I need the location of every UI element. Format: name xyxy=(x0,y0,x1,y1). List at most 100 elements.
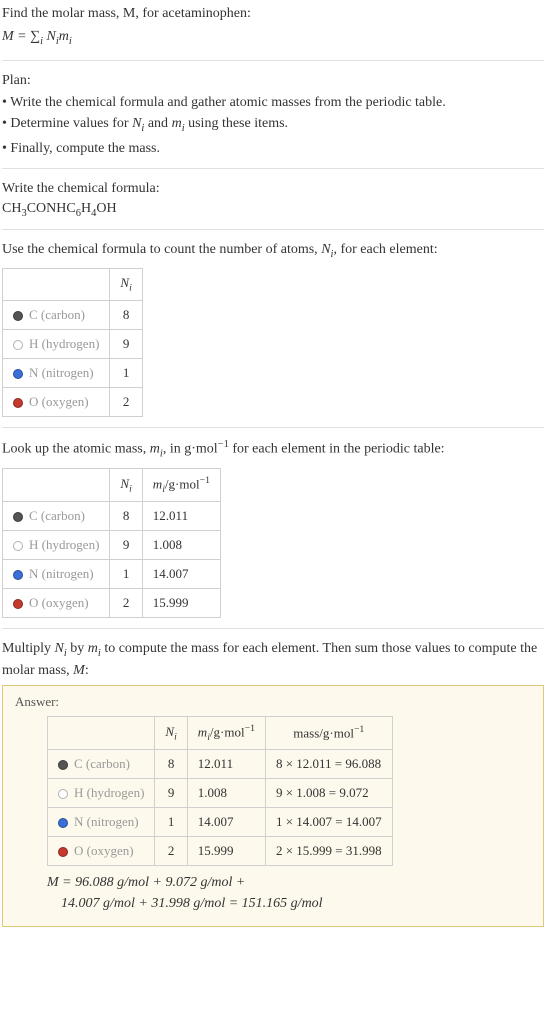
col-ni: Ni xyxy=(155,717,187,750)
table-row: O (oxygen) 2 15.999 xyxy=(3,588,221,617)
table-row: C (carbon) 8 xyxy=(3,300,143,329)
divider xyxy=(2,229,544,230)
table-header-row: Ni mi/g·mol−1 mass/g·mol−1 xyxy=(48,717,393,750)
multiply-section: Multiply Ni by mi to compute the mass fo… xyxy=(2,639,544,681)
answer-table: Ni mi/g·mol−1 mass/g·mol−1 C (carbon) 8 … xyxy=(47,716,393,866)
mi-cell: 14.007 xyxy=(187,807,265,836)
carbon-dot-icon xyxy=(58,760,68,770)
masses-heading: Look up the atomic mass, mi, in g·mol−1 … xyxy=(2,438,544,462)
nitrogen-dot-icon xyxy=(13,369,23,379)
col-ni: Ni xyxy=(110,469,142,502)
mi-cell: 12.011 xyxy=(187,749,265,778)
table-row: O (oxygen) 2 15.999 2 × 15.999 = 31.998 xyxy=(48,836,393,865)
table-row: C (carbon) 8 12.011 8 × 12.011 = 96.088 xyxy=(48,749,393,778)
oxygen-dot-icon xyxy=(13,599,23,609)
table-header-row: Ni xyxy=(3,269,143,301)
elem-cell: C (carbon) xyxy=(3,300,110,329)
col-mass: mass/g·mol−1 xyxy=(265,717,392,750)
nitrogen-dot-icon xyxy=(13,570,23,580)
nitrogen-dot-icon xyxy=(58,818,68,828)
mass-cell: 9 × 1.008 = 9.072 xyxy=(265,778,392,807)
masses-section: Look up the atomic mass, mi, in g·mol−1 … xyxy=(2,438,544,618)
final-line2: 14.007 g/mol + 31.998 g/mol = 151.165 g/… xyxy=(47,893,531,914)
elem-label: O (oxygen) xyxy=(29,595,89,610)
elem-label: O (oxygen) xyxy=(29,394,89,409)
mi-cell: 1.008 xyxy=(187,778,265,807)
plan: Plan: • Write the chemical formula and g… xyxy=(2,71,544,158)
divider xyxy=(2,60,544,61)
table-row: N (nitrogen) 1 14.007 xyxy=(3,559,221,588)
final-calc: M = 96.088 g/mol + 9.072 g/mol + 14.007 … xyxy=(47,872,531,914)
divider xyxy=(2,628,544,629)
ni-cell: 9 xyxy=(155,778,187,807)
plan-item: • Write the chemical formula and gather … xyxy=(2,93,544,113)
mi-cell: 14.007 xyxy=(142,559,220,588)
elem-cell: N (nitrogen) xyxy=(3,559,110,588)
masses-table: Ni mi/g·mol−1 C (carbon) 8 12.011 H (hyd… xyxy=(2,468,221,618)
carbon-dot-icon xyxy=(13,512,23,522)
ni-cell: 2 xyxy=(110,588,142,617)
mi-cell: 1.008 xyxy=(142,530,220,559)
oxygen-dot-icon xyxy=(58,847,68,857)
table-row: N (nitrogen) 1 xyxy=(3,358,143,387)
elem-cell: O (oxygen) xyxy=(3,387,110,416)
carbon-dot-icon xyxy=(13,311,23,321)
col-element xyxy=(48,717,155,750)
elem-label: C (carbon) xyxy=(29,508,85,523)
elem-label: H (hydrogen) xyxy=(29,537,99,552)
elem-cell: H (hydrogen) xyxy=(3,530,110,559)
intro-line1: Find the molar mass, M, for acetaminophe… xyxy=(2,4,544,24)
table-row: O (oxygen) 2 xyxy=(3,387,143,416)
elem-cell: C (carbon) xyxy=(48,749,155,778)
col-mi: mi/g·mol−1 xyxy=(142,469,220,502)
hydrogen-dot-icon xyxy=(58,789,68,799)
intro-formula: M = ∑i Nimi xyxy=(2,26,544,51)
count-section: Use the chemical formula to count the nu… xyxy=(2,240,544,417)
ni-cell: 9 xyxy=(110,329,142,358)
table-row: H (hydrogen) 9 1.008 xyxy=(3,530,221,559)
elem-label: N (nitrogen) xyxy=(29,365,94,380)
elem-label: H (hydrogen) xyxy=(29,336,99,351)
mi-cell: 12.011 xyxy=(142,501,220,530)
col-element xyxy=(3,469,110,502)
elem-cell: O (oxygen) xyxy=(3,588,110,617)
elem-label: O (oxygen) xyxy=(74,843,134,858)
ni-cell: 1 xyxy=(110,559,142,588)
ni-cell: 2 xyxy=(110,387,142,416)
table-row: H (hydrogen) 9 1.008 9 × 1.008 = 9.072 xyxy=(48,778,393,807)
count-heading: Use the chemical formula to count the nu… xyxy=(2,240,544,262)
elem-label: C (carbon) xyxy=(29,307,85,322)
elem-cell: N (nitrogen) xyxy=(3,358,110,387)
mi-cell: 15.999 xyxy=(142,588,220,617)
elem-cell: O (oxygen) xyxy=(48,836,155,865)
col-element xyxy=(3,269,110,301)
plan-item: • Finally, compute the mass. xyxy=(2,139,544,159)
elem-label: N (nitrogen) xyxy=(74,814,139,829)
elem-label: N (nitrogen) xyxy=(29,566,94,581)
ni-cell: 8 xyxy=(155,749,187,778)
count-table: Ni C (carbon) 8 H (hydrogen) 9 N (nitrog… xyxy=(2,268,143,417)
ni-cell: 1 xyxy=(110,358,142,387)
ni-cell: 8 xyxy=(110,501,142,530)
chemical-formula-section: Write the chemical formula: CH3CONHC6H4O… xyxy=(2,179,544,218)
col-ni: Ni xyxy=(110,269,142,301)
elem-cell: N (nitrogen) xyxy=(48,807,155,836)
divider xyxy=(2,168,544,169)
answer-label: Answer: xyxy=(15,694,531,710)
answer-box: Answer: Ni mi/g·mol−1 mass/g·mol−1 C (ca… xyxy=(2,685,544,927)
multiply-heading: Multiply Ni by mi to compute the mass fo… xyxy=(2,639,544,681)
hydrogen-dot-icon xyxy=(13,541,23,551)
divider xyxy=(2,427,544,428)
table-row: C (carbon) 8 12.011 xyxy=(3,501,221,530)
ni-cell: 8 xyxy=(110,300,142,329)
mass-cell: 8 × 12.011 = 96.088 xyxy=(265,749,392,778)
plan-item: • Determine values for Ni and mi using t… xyxy=(2,114,544,136)
elem-label: C (carbon) xyxy=(74,756,130,771)
plan-heading: Plan: xyxy=(2,71,544,91)
oxygen-dot-icon xyxy=(13,398,23,408)
table-header-row: Ni mi/g·mol−1 xyxy=(3,469,221,502)
mass-cell: 1 × 14.007 = 14.007 xyxy=(265,807,392,836)
ni-cell: 1 xyxy=(155,807,187,836)
mass-cell: 2 × 15.999 = 31.998 xyxy=(265,836,392,865)
chem-heading: Write the chemical formula: xyxy=(2,179,544,199)
